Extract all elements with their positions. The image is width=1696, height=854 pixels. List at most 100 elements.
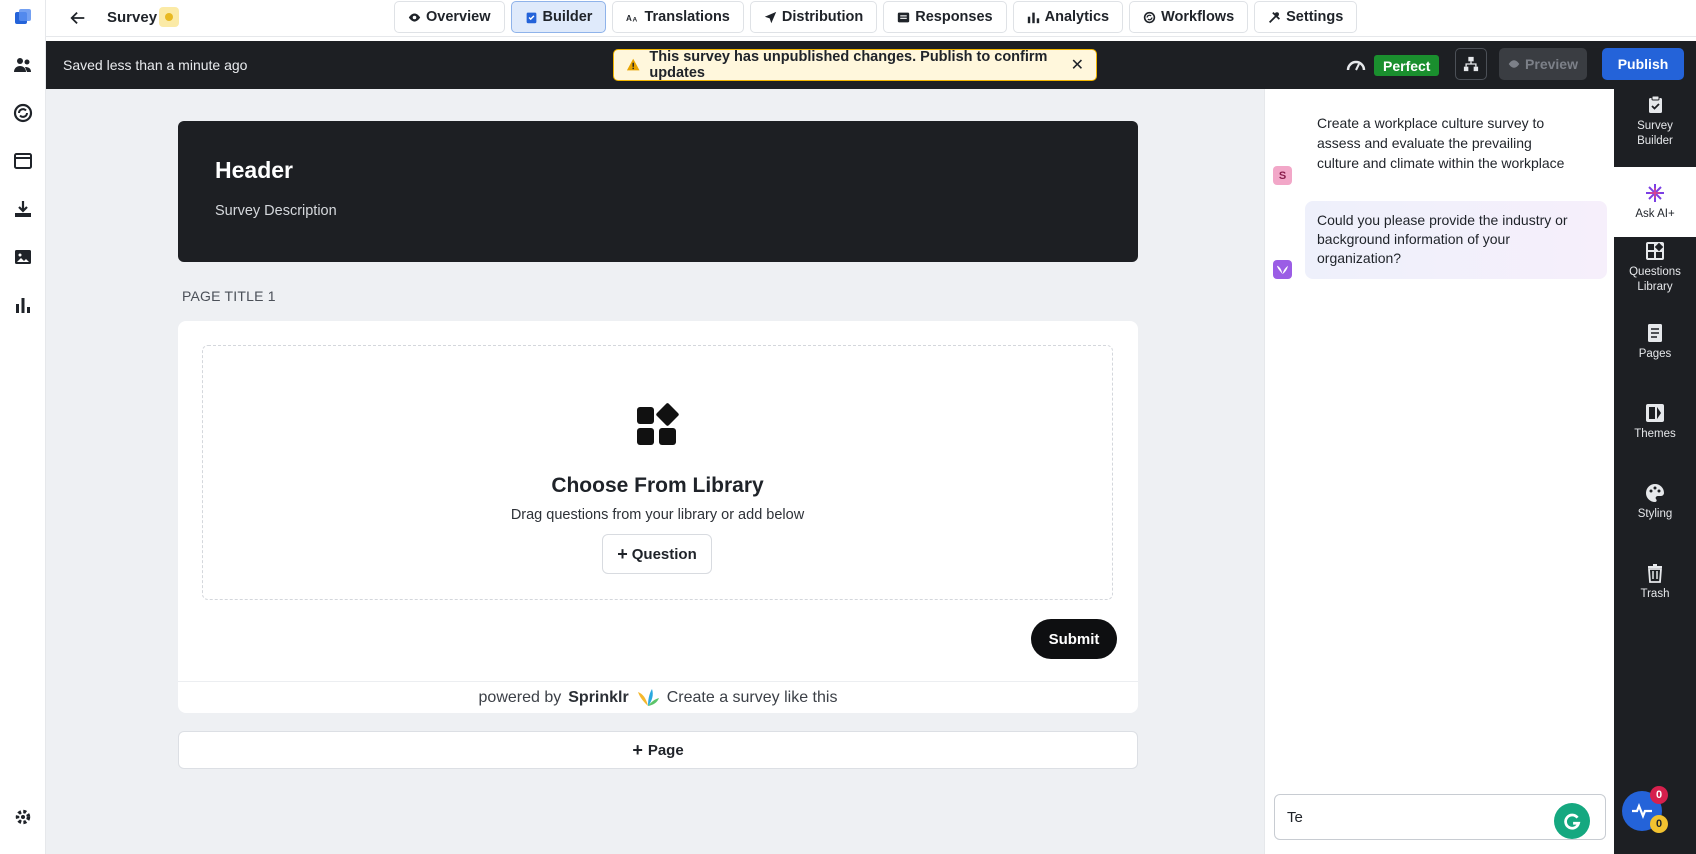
back-arrow-icon[interactable]: [68, 8, 88, 28]
page-title[interactable]: PAGE TITLE 1: [182, 288, 276, 304]
sidebar-item-ask-ai[interactable]: Ask AI+: [1614, 167, 1696, 237]
saved-status: Saved less than a minute ago: [63, 57, 248, 73]
list-icon: [898, 12, 910, 22]
browser-window-icon[interactable]: [11, 149, 35, 173]
close-icon[interactable]: ✕: [1071, 55, 1084, 75]
tab-label: Translations: [644, 9, 730, 25]
tab-label: Responses: [915, 9, 993, 25]
gauge-icon: [1346, 60, 1366, 71]
survey-canvas: Header Survey Description PAGE TITLE 1 C…: [46, 89, 1264, 854]
survey-title[interactable]: Survey: [107, 9, 157, 26]
svg-text:A: A: [626, 13, 632, 22]
powered-prefix: powered by: [478, 688, 562, 706]
tab-label: Distribution: [781, 9, 864, 25]
ai-message: Could you please provide the industry or…: [1305, 201, 1607, 279]
tab-settings[interactable]: Settings: [1254, 1, 1358, 33]
alert-count-badge: 0: [1650, 815, 1668, 833]
hierarchy-button[interactable]: [1455, 48, 1487, 80]
sidebar-item-themes[interactable]: Themes: [1614, 403, 1696, 463]
publish-button[interactable]: Publish: [1602, 48, 1684, 80]
ai-chat-panel: Create a workplace culture survey to ass…: [1264, 89, 1614, 854]
library-title: Choose From Library: [551, 474, 764, 497]
page-card: Choose From Library Drag questions from …: [178, 321, 1138, 713]
sidebar-item-styling[interactable]: Styling: [1614, 483, 1696, 543]
image-gallery-icon[interactable]: [11, 245, 35, 269]
bar-chart-icon: [1027, 12, 1039, 23]
header-description[interactable]: Survey Description: [215, 203, 337, 219]
status-bar: Saved less than a minute ago This survey…: [46, 41, 1696, 89]
create-survey-link[interactable]: Create a survey like this: [667, 689, 838, 707]
tools-icon: [1269, 11, 1281, 23]
bar-chart-icon[interactable]: [11, 293, 35, 317]
add-page-button[interactable]: + Page: [178, 731, 1138, 769]
tab-label: Settings: [1286, 9, 1344, 25]
sidebar-item-pages[interactable]: Pages: [1614, 323, 1696, 383]
preview-label: Preview: [1525, 56, 1578, 72]
sparkle-icon: [1646, 183, 1664, 202]
quality-badge: Perfect: [1374, 55, 1440, 76]
submit-button[interactable]: Submit: [1031, 619, 1117, 659]
eye-icon: [408, 12, 421, 22]
user-avatar: S: [1273, 166, 1292, 185]
app-logo-icon[interactable]: [11, 5, 35, 29]
tab-label: Analytics: [1044, 9, 1110, 25]
add-page-label: Page: [647, 741, 684, 759]
workflow-icon: [1143, 11, 1156, 23]
tab-distribution[interactable]: Distribution: [749, 1, 878, 33]
plus-icon: +: [632, 739, 643, 760]
top-bar: Survey Overview Builder AA Translations …: [46, 0, 1696, 37]
sidebar-item-questions-library[interactable]: Questions Library: [1614, 241, 1696, 311]
sidebar-item-label: Themes: [1634, 428, 1676, 440]
tab-analytics[interactable]: Analytics: [1012, 1, 1124, 33]
download-icon[interactable]: [11, 197, 35, 221]
clipboard-check-icon: [1649, 95, 1662, 113]
refresh-circle-icon[interactable]: [11, 101, 35, 125]
tab-responses[interactable]: Responses: [883, 1, 1007, 33]
tab-workflows[interactable]: Workflows: [1129, 1, 1249, 33]
tab-translations[interactable]: AA Translations: [612, 1, 744, 33]
library-icon: [1646, 242, 1664, 260]
sidebar-item-label: Questions Library: [1629, 266, 1681, 293]
survey-header-card[interactable]: Header Survey Description: [178, 121, 1138, 262]
settings-gear-icon[interactable]: [11, 805, 35, 829]
sidebar-item-trash[interactable]: Trash: [1614, 563, 1696, 623]
sidebar-item-label: Trash: [1640, 588, 1670, 600]
header-title[interactable]: Header: [215, 157, 293, 184]
svg-text:A: A: [633, 16, 638, 23]
pages-icon: [1648, 324, 1662, 342]
tab-label: Builder: [542, 9, 593, 25]
tab-label: Overview: [426, 9, 491, 25]
sprinklr-logo-icon: [637, 688, 659, 706]
warning-triangle-icon: [626, 58, 640, 71]
tab-label: Workflows: [1161, 9, 1235, 25]
sidebar-item-label: Ask AI+: [1635, 207, 1675, 220]
preview-button[interactable]: Preview: [1499, 48, 1587, 80]
users-icon[interactable]: [11, 53, 35, 77]
grammarly-icon[interactable]: [1554, 803, 1590, 839]
user-message: Create a workplace culture survey to ass…: [1317, 115, 1565, 171]
main-tabs: Overview Builder AA Translations Distrib…: [394, 1, 1358, 33]
sidebar-item-survey-builder[interactable]: Survey Builder: [1614, 95, 1696, 165]
right-sidebar: Survey Builder Ask AI+ Questions Library…: [1614, 89, 1696, 854]
trash-icon: [1648, 564, 1662, 583]
hierarchy-icon: [1463, 56, 1479, 72]
tab-overview[interactable]: Overview: [394, 1, 505, 33]
notification-count-badge: 0: [1650, 786, 1668, 804]
add-question-button[interactable]: + Question: [602, 534, 712, 574]
powered-brand: Sprinklr: [568, 688, 629, 706]
add-question-label: Question: [631, 545, 697, 563]
send-icon: [764, 11, 777, 23]
status-dot-badge: [159, 7, 179, 27]
library-subtitle: Drag questions from your library or add …: [510, 507, 805, 523]
sidebar-item-label: Pages: [1638, 348, 1672, 360]
tab-builder[interactable]: Builder: [510, 1, 607, 33]
eye-icon: [1508, 60, 1520, 68]
palette-icon: [1646, 484, 1664, 502]
warning-text: This survey has unpublished changes. Pub…: [649, 49, 1048, 81]
translate-icon: AA: [626, 13, 638, 23]
question-dropzone[interactable]: Choose From Library Drag questions from …: [202, 345, 1113, 600]
unpublished-warning-banner: This survey has unpublished changes. Pub…: [613, 49, 1097, 81]
clipboard-icon: [526, 12, 536, 23]
themes-icon: [1646, 404, 1664, 422]
powered-by-footer: powered by Sprinklr Create a survey like…: [178, 681, 1138, 713]
